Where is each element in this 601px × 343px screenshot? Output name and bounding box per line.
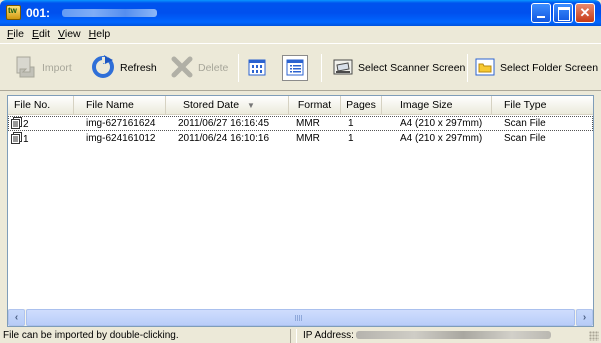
cell-file-name: img-624161012 [86,133,156,144]
menu-bar: File Edit View Help [0,26,601,43]
ip-address-redacted [355,331,551,339]
thumbnail-view-icon [248,59,266,76]
refresh-button[interactable]: Refresh [90,54,157,82]
column-headers: File No. File Name Stored Date ▼ Format P… [8,96,593,115]
select-scanner-button[interactable]: Select Scanner Screen [332,54,465,82]
toolbar-separator [321,54,322,82]
cell-file-type: Scan File [504,118,546,129]
maximize-icon[interactable] [553,3,573,23]
status-hint: File can be imported by double-clicking. [3,329,291,343]
document-icon [11,132,22,144]
scroll-right-icon[interactable]: › [576,309,593,326]
refresh-icon [90,54,116,83]
menu-file[interactable]: File [4,26,29,43]
title-bar[interactable]: tw 001: [0,0,601,26]
status-ip: IP Address: [296,329,591,343]
cell-file-no: 1 [11,132,29,146]
file-list[interactable]: File No. File Name Stored Date ▼ Format P… [7,95,594,327]
cell-pages: 1 [348,118,354,129]
minimize-icon[interactable] [531,3,551,23]
app-icon: tw [6,5,21,20]
horizontal-scrollbar[interactable]: ‹ › [8,309,593,326]
menu-edit[interactable]: Edit [29,26,55,43]
column-header-image-size[interactable]: Image Size [382,96,492,114]
details-view-icon [286,59,304,76]
window-title: 001: [26,6,51,20]
document-icon [11,117,22,129]
menu-view[interactable]: View [55,26,86,43]
column-header-pages[interactable]: Pages [341,96,382,114]
cell-file-type: Scan File [504,133,546,144]
import-icon [14,55,38,82]
scanner-icon [332,56,354,81]
column-header-file-name[interactable]: File Name [74,96,166,114]
select-folder-button[interactable]: Select Folder Screen [474,54,598,82]
grip-icon [295,315,303,321]
table-row[interactable]: 1 img-624161012 2011/06/24 16:10:16 MMR … [8,131,593,146]
column-header-file-type[interactable]: File Type [492,96,593,114]
cell-file-no: 2 [11,117,29,131]
resize-grip-icon[interactable] [589,331,599,341]
column-header-stored-date[interactable]: Stored Date ▼ [166,96,289,114]
status-bar: File can be imported by double-clicking.… [0,329,601,343]
sort-descending-icon: ▼ [247,101,255,110]
folder-icon [474,56,496,81]
menu-help[interactable]: Help [86,26,116,43]
cell-image-size: A4 (210 x 297mm) [400,133,483,144]
cell-format: MMR [296,133,320,144]
scrollbar-thumb[interactable] [26,309,575,326]
scroll-left-icon[interactable]: ‹ [8,309,25,326]
cell-pages: 1 [348,133,354,144]
close-icon[interactable] [575,3,595,23]
cell-stored-date: 2011/06/24 16:10:16 [178,133,270,144]
delete-button[interactable]: Delete [170,54,228,82]
app-window: tw 001: File Edit View Help Import Refre… [0,0,601,343]
cell-format: MMR [296,118,320,129]
cell-stored-date: 2011/06/27 16:16:45 [178,118,270,129]
title-redacted [62,9,157,17]
details-view-button[interactable] [282,55,308,81]
toolbar-separator [467,54,468,82]
toolbar-separator [238,54,239,82]
thumbnail-view-button[interactable] [244,55,270,81]
toolbar: Import Refresh Delete Select Scanner Scr… [0,43,601,91]
table-row[interactable]: 2 img-627161624 2011/06/27 16:16:45 MMR … [8,116,593,131]
import-button[interactable]: Import [14,54,72,82]
ip-address-label: IP Address: [303,330,354,341]
cell-file-name: img-627161624 [86,118,156,129]
cell-image-size: A4 (210 x 297mm) [400,118,483,129]
delete-icon [170,55,194,82]
column-header-format[interactable]: Format [289,96,341,114]
column-header-file-no[interactable]: File No. [8,96,74,114]
